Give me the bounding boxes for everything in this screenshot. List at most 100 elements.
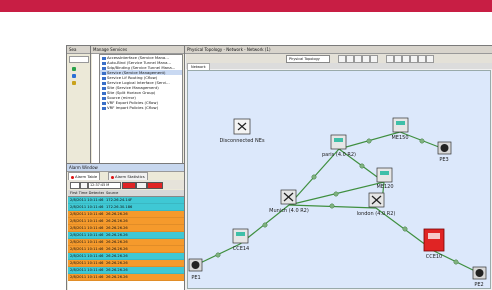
alarm-cell-source: 172.26.30.186 xyxy=(106,205,133,209)
router-node-paris[interactable]: paris (4.0 R2) xyxy=(322,134,356,158)
link-marker[interactable] xyxy=(453,259,459,265)
tree-node-icon[interactable] xyxy=(72,81,76,85)
alarm-row[interactable]: 2/8/2011 10:11:46 A26.26.26.26 xyxy=(68,274,184,281)
search-field[interactable] xyxy=(69,56,89,63)
link-marker[interactable] xyxy=(359,163,365,169)
alarm-window-title: Alarm Window xyxy=(67,164,185,172)
layout-icon[interactable] xyxy=(386,55,394,63)
topology-canvas[interactable]: Disconnected NEs paris (4.0 R2) ME150 PE… xyxy=(187,70,491,289)
manage-services-title: Manage Services xyxy=(91,46,185,54)
alarm-table: First Time DetectedSource 2/8/2011 10:11… xyxy=(68,190,184,290)
alarm-row[interactable]: 2/8/2011 10:11:46 A26.26.26.26 xyxy=(68,253,184,260)
link-marker[interactable] xyxy=(366,138,372,144)
alarm-cell-time: 2/8/2011 10:11:46 A xyxy=(70,275,104,279)
link-marker[interactable] xyxy=(311,174,317,180)
node-label: paris (4.0 R2) xyxy=(322,152,356,158)
link-marker[interactable] xyxy=(329,203,335,209)
alarm-row[interactable]: 2/8/2011 10:11:46 A26.26.26.26 xyxy=(68,232,184,239)
pan-icon[interactable] xyxy=(362,55,370,63)
topology-window-title: Physical Topology - Network - Network (1… xyxy=(185,46,492,54)
search-window: Sea xyxy=(66,45,92,167)
router-node-cce10[interactable]: CCE10 xyxy=(423,228,445,260)
alarm-cell-time: 2/8/2011 10:11:46 A xyxy=(70,226,104,230)
fit-icon[interactable] xyxy=(354,55,362,63)
alarm-row[interactable]: 2/8/2011 10:11:46 A26.26.26.26 xyxy=(68,260,184,267)
service-type-list: AccessInterface (Service Mana... Auto-Bin… xyxy=(99,54,183,164)
router-node-pe2[interactable]: PE2 xyxy=(472,266,487,288)
major-count[interactable] xyxy=(136,182,147,189)
alarm-row[interactable]: 2/8/2011 10:11:46 A172.26.24.14F xyxy=(68,197,184,204)
alarm-cell-time: 2/8/2011 10:11:46 A xyxy=(70,247,104,251)
alarm-row[interactable]: 2/8/2011 10:11:46 A26.26.26.26 xyxy=(68,218,184,225)
node-label: PE1 xyxy=(191,275,200,281)
manage-services-window: Manage Services AccessInterface (Service… xyxy=(90,45,186,167)
node-label: ME120 xyxy=(376,184,393,190)
router-node-pe1[interactable]: PE1 xyxy=(188,258,203,281)
link-marker[interactable] xyxy=(419,138,425,144)
alarm-cell-time: 2/8/2011 10:11:46 A xyxy=(70,268,104,272)
tab-network[interactable]: Network xyxy=(187,63,210,70)
select-icon[interactable] xyxy=(370,55,378,63)
alarm-cell-source: 172.26.24.14F xyxy=(106,198,133,202)
refresh-icon[interactable] xyxy=(394,55,402,63)
link-marker[interactable] xyxy=(402,226,408,232)
router-node-cce14[interactable]: CCE14 xyxy=(232,228,250,252)
router-node-me120[interactable]: ME120 xyxy=(376,167,394,190)
column-first-time[interactable]: First Time Detected xyxy=(68,190,104,196)
service-list-item[interactable]: VRF Import Policies (Cflow) xyxy=(100,105,182,110)
alarm-row[interactable]: 2/8/2011 10:11:46 A26.26.26.26 xyxy=(68,246,184,253)
alarm-cell-time: 2/8/2011 10:11:46 A xyxy=(70,254,104,258)
tree-icons xyxy=(71,66,77,87)
alarm-cell-time: 2/8/2011 10:11:46 A xyxy=(70,240,104,244)
alarm-cell-source: 26.26.26.26 xyxy=(106,261,128,265)
brand-bar xyxy=(0,0,492,12)
alarm-cell-time: 2/8/2011 10:11:46 A xyxy=(70,219,104,223)
alarm-cell-source: 26.26.26.26 xyxy=(106,254,128,258)
alarm-cell-source: 26.26.26.26 xyxy=(106,247,128,251)
minor-count[interactable] xyxy=(147,182,163,189)
link-marker[interactable] xyxy=(215,252,221,258)
router-node-london[interactable]: london (4.0 R2) xyxy=(357,192,396,217)
alarm-cell-source: 26.26.26.26 xyxy=(106,226,128,230)
filter-box[interactable] xyxy=(70,182,80,189)
alarm-table-header: First Time DetectedSource xyxy=(68,190,184,197)
settings-icon[interactable] xyxy=(426,55,434,63)
search-icon[interactable] xyxy=(410,55,418,63)
search-window-title: Sea xyxy=(67,46,91,54)
disconnected-nes-node[interactable]: Disconnected NEs xyxy=(219,118,265,144)
filter-button[interactable] xyxy=(80,182,88,189)
filter-icon[interactable] xyxy=(402,55,410,63)
alarm-row[interactable]: 2/8/2011 10:11:46 A26.26.26.26 xyxy=(68,239,184,246)
view-select[interactable]: Physical Topology xyxy=(286,55,330,63)
tree-node-icon[interactable] xyxy=(72,67,76,71)
tree-node-icon[interactable] xyxy=(72,74,76,78)
alarm-row[interactable]: 2/8/2011 10:11:46 A26.26.26.26 xyxy=(68,225,184,232)
alarm-cell-time: 2/8/2011 10:11:46 A xyxy=(70,261,104,265)
zoom-icon[interactable] xyxy=(418,55,426,63)
alarm-cell-source: 26.26.26.26 xyxy=(106,268,128,272)
alarm-row[interactable]: 2/8/2011 10:11:46 A172.26.30.186 xyxy=(68,204,184,211)
alarm-cell-time: 2/8/2011 10:11:46 A xyxy=(70,233,104,237)
router-node-me150[interactable]: ME150 xyxy=(391,117,409,141)
alarm-row[interactable]: 2/8/2011 10:11:46 A26.26.26.26 xyxy=(68,211,184,218)
node-label: london (4.0 R2) xyxy=(357,211,396,217)
link-marker[interactable] xyxy=(333,191,339,197)
alarm-row[interactable]: 2/8/2011 10:11:46 A26.26.26.26 xyxy=(68,267,184,274)
node-label: CCE10 xyxy=(426,254,443,260)
link-marker[interactable] xyxy=(262,222,268,228)
alarm-cell-source: 26.26.26.26 xyxy=(106,219,128,223)
topology-tabs: Network xyxy=(186,63,492,70)
alarm-time-field[interactable]: 12:37:45 M xyxy=(88,182,121,189)
alarm-icon xyxy=(71,175,74,179)
zoom-out-icon[interactable] xyxy=(346,55,354,63)
alarm-cell-time: 2/8/2011 10:11:46 A xyxy=(70,205,104,209)
node-label: ME150 xyxy=(391,135,408,141)
service-type-icon xyxy=(102,106,106,110)
critical-count[interactable] xyxy=(122,182,136,189)
router-node-pe3[interactable]: PE3 xyxy=(437,141,452,163)
node-label: PE3 xyxy=(439,157,448,163)
service-tree xyxy=(92,54,99,164)
zoom-in-icon[interactable] xyxy=(338,55,346,63)
topology-map: Disconnected NEs paris (4.0 R2) ME150 PE… xyxy=(188,117,487,288)
column-source[interactable]: Source xyxy=(104,190,136,196)
